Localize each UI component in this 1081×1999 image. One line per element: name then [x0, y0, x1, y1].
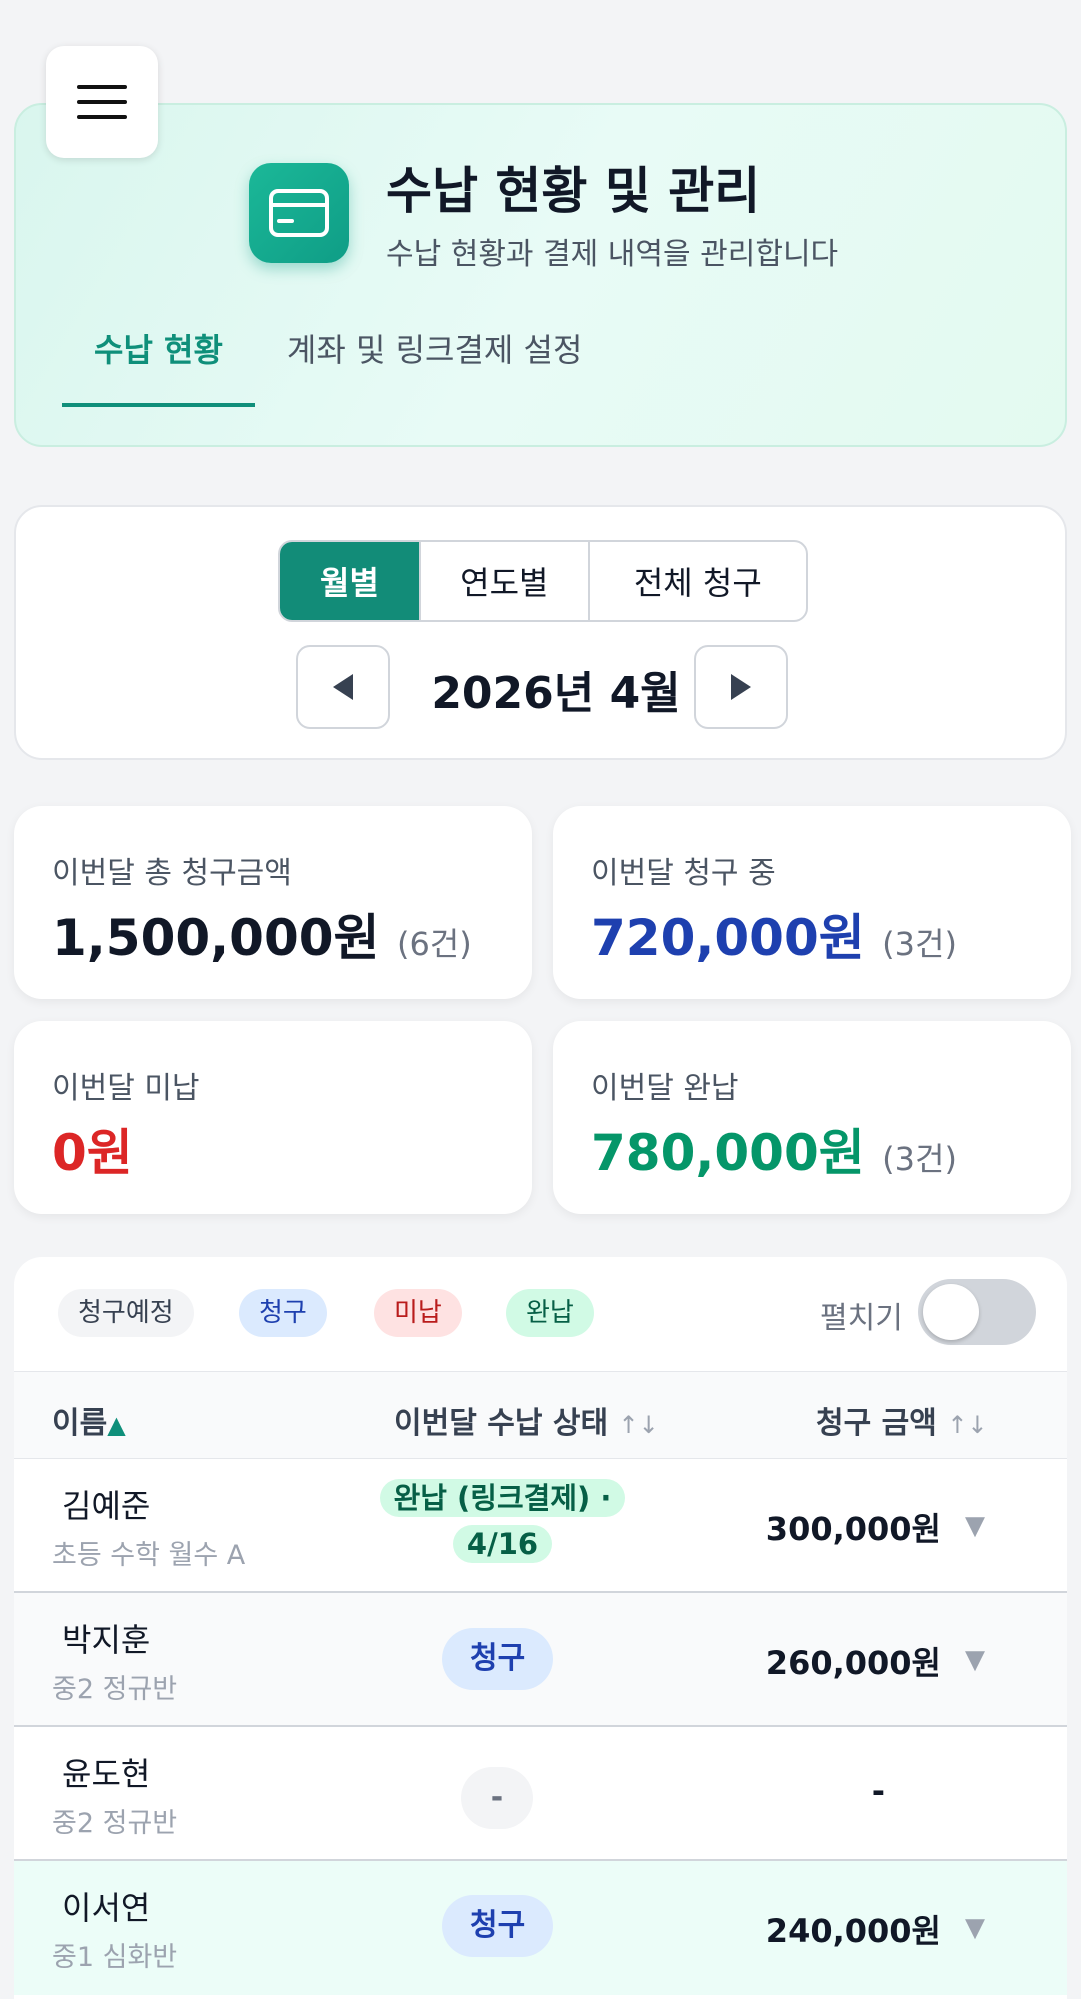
sort-icon: ↑↓: [947, 1411, 988, 1439]
caret-right-icon: [731, 674, 751, 700]
sort-ascending-icon: ▲: [107, 1411, 126, 1439]
student-name: 박지훈: [62, 1621, 151, 1659]
status-badge: 완납 (링크결제) · 4/16: [370, 1475, 635, 1567]
stat-card-paid: 이번달 완납 780,000원 (3건): [553, 1021, 1071, 1214]
stat-label: 이번달 미납: [52, 1071, 200, 1106]
student-class: 중2 정규반: [52, 1808, 178, 1839]
stat-amount: 1,500,000원: [52, 909, 380, 967]
billed-amount: 240,000원: [765, 1912, 941, 1950]
amount-column-header[interactable]: 청구 금액 ↑↓: [816, 1398, 988, 1442]
student-class: 중1 심화반: [52, 1942, 178, 1973]
next-month-button[interactable]: [694, 645, 788, 729]
mode-all-billing-button[interactable]: 전체 청구: [590, 542, 806, 620]
table-row[interactable]: 김예준 초등 수학 월수 A 완납 (링크결제) · 4/16 300,000원…: [14, 1459, 1067, 1593]
status-header-label: 이번달 수납 상태: [394, 1406, 609, 1441]
stat-amount: 720,000원: [591, 909, 865, 967]
current-period-label: 2026년 4월: [431, 668, 681, 719]
tab-account-link-settings[interactable]: 계좌 및 링크결제 설정: [255, 305, 614, 407]
status-badge: 청구: [442, 1895, 554, 1957]
page-header: 수납 현황 및 관리 수납 현황과 결제 내역을 관리합니다 수납 현황 계좌 …: [14, 103, 1067, 447]
amount-header-label: 청구 금액: [816, 1406, 937, 1441]
status-badge: 청구: [442, 1628, 554, 1690]
expand-row-icon[interactable]: ▼: [965, 1913, 985, 1943]
student-class: 중2 정규반: [52, 1674, 178, 1705]
student-name: 윤도현: [62, 1755, 151, 1793]
caret-left-icon: [333, 674, 353, 700]
mode-monthly-button[interactable]: 월별: [280, 542, 421, 620]
period-selector-card: 월별 연도별 전체 청구 2026년 4월: [14, 505, 1067, 760]
tab-payment-status[interactable]: 수납 현황: [62, 305, 255, 407]
sort-icon: ↑↓: [618, 1411, 659, 1439]
stat-amount: 780,000원: [591, 1124, 865, 1182]
billed-amount: 260,000원: [765, 1644, 941, 1682]
stat-label: 이번달 완납: [591, 1071, 739, 1106]
student-payment-list: 청구예정 청구 미납 완납 펼치기 이름▲ 이번달 수납 상태 ↑↓ 청구 금액…: [14, 1257, 1067, 1999]
stat-count: (3건): [882, 1140, 957, 1178]
credit-card-icon: [249, 163, 349, 263]
stat-value: 780,000원 (3건): [591, 1113, 957, 1185]
legend-billed-badge: 청구: [239, 1289, 327, 1337]
billed-amount: 300,000원: [765, 1510, 941, 1548]
stat-count: (3건): [882, 925, 957, 963]
status-badge: -: [461, 1767, 533, 1829]
expand-toggle[interactable]: [918, 1279, 1036, 1345]
stat-card-total-billed: 이번달 총 청구금액 1,500,000원 (6건): [14, 806, 532, 999]
stat-count: (6건): [396, 925, 472, 963]
table-row[interactable]: 박지훈 중2 정규반 청구 260,000원 ▼: [14, 1593, 1067, 1727]
menu-button[interactable]: [46, 46, 158, 158]
legend-paid-badge: 완납: [506, 1289, 594, 1337]
student-name: 이서연: [62, 1889, 151, 1927]
stat-value: 1,500,000원 (6건): [52, 898, 472, 970]
status-column-header[interactable]: 이번달 수납 상태 ↑↓: [394, 1398, 659, 1442]
expand-toggle-label: 펼치기: [820, 1301, 903, 1336]
stat-card-unpaid: 이번달 미납 0원: [14, 1021, 532, 1214]
previous-month-button[interactable]: [296, 645, 390, 729]
page-subtitle: 수납 현황과 결제 내역을 관리합니다: [386, 237, 839, 272]
student-class: 초등 수학 월수 A: [52, 1540, 246, 1571]
legend-scheduled-badge: 청구예정: [58, 1289, 194, 1337]
stat-value: 720,000원 (3건): [591, 898, 957, 970]
legend-unpaid-badge: 미납: [374, 1289, 462, 1337]
table-header: 이름▲ 이번달 수납 상태 ↑↓ 청구 금액 ↑↓: [14, 1371, 1067, 1459]
billed-amount: -: [871, 1772, 885, 1810]
stat-label: 이번달 청구 중: [591, 856, 776, 891]
stat-card-billing-in-progress: 이번달 청구 중 720,000원 (3건): [553, 806, 1071, 999]
expand-row-icon[interactable]: ▼: [965, 1511, 985, 1541]
student-name: 김예준: [62, 1487, 151, 1525]
tab-bar: 수납 현황 계좌 및 링크결제 설정: [62, 305, 614, 407]
stat-amount: 0원: [52, 1124, 133, 1182]
page-title: 수납 현황 및 관리: [386, 162, 761, 220]
table-row[interactable]: 이서연 중1 심화반 청구 240,000원 ▼: [14, 1861, 1067, 1995]
stat-label: 이번달 총 청구금액: [52, 856, 292, 891]
table-row[interactable]: 윤도현 중2 정규반 - -: [14, 1727, 1067, 1861]
name-header-label: 이름: [52, 1406, 108, 1441]
name-column-header[interactable]: 이름▲: [52, 1398, 126, 1442]
expand-row-icon[interactable]: ▼: [965, 1645, 985, 1675]
hamburger-icon: [77, 85, 127, 119]
status-text: 완납 (링크결제) · 4/16: [379, 1479, 626, 1563]
stat-value: 0원: [52, 1113, 133, 1185]
period-mode-segmented-control: 월별 연도별 전체 청구: [278, 540, 808, 622]
toggle-knob: [923, 1284, 979, 1340]
mode-yearly-button[interactable]: 연도별: [421, 542, 590, 620]
